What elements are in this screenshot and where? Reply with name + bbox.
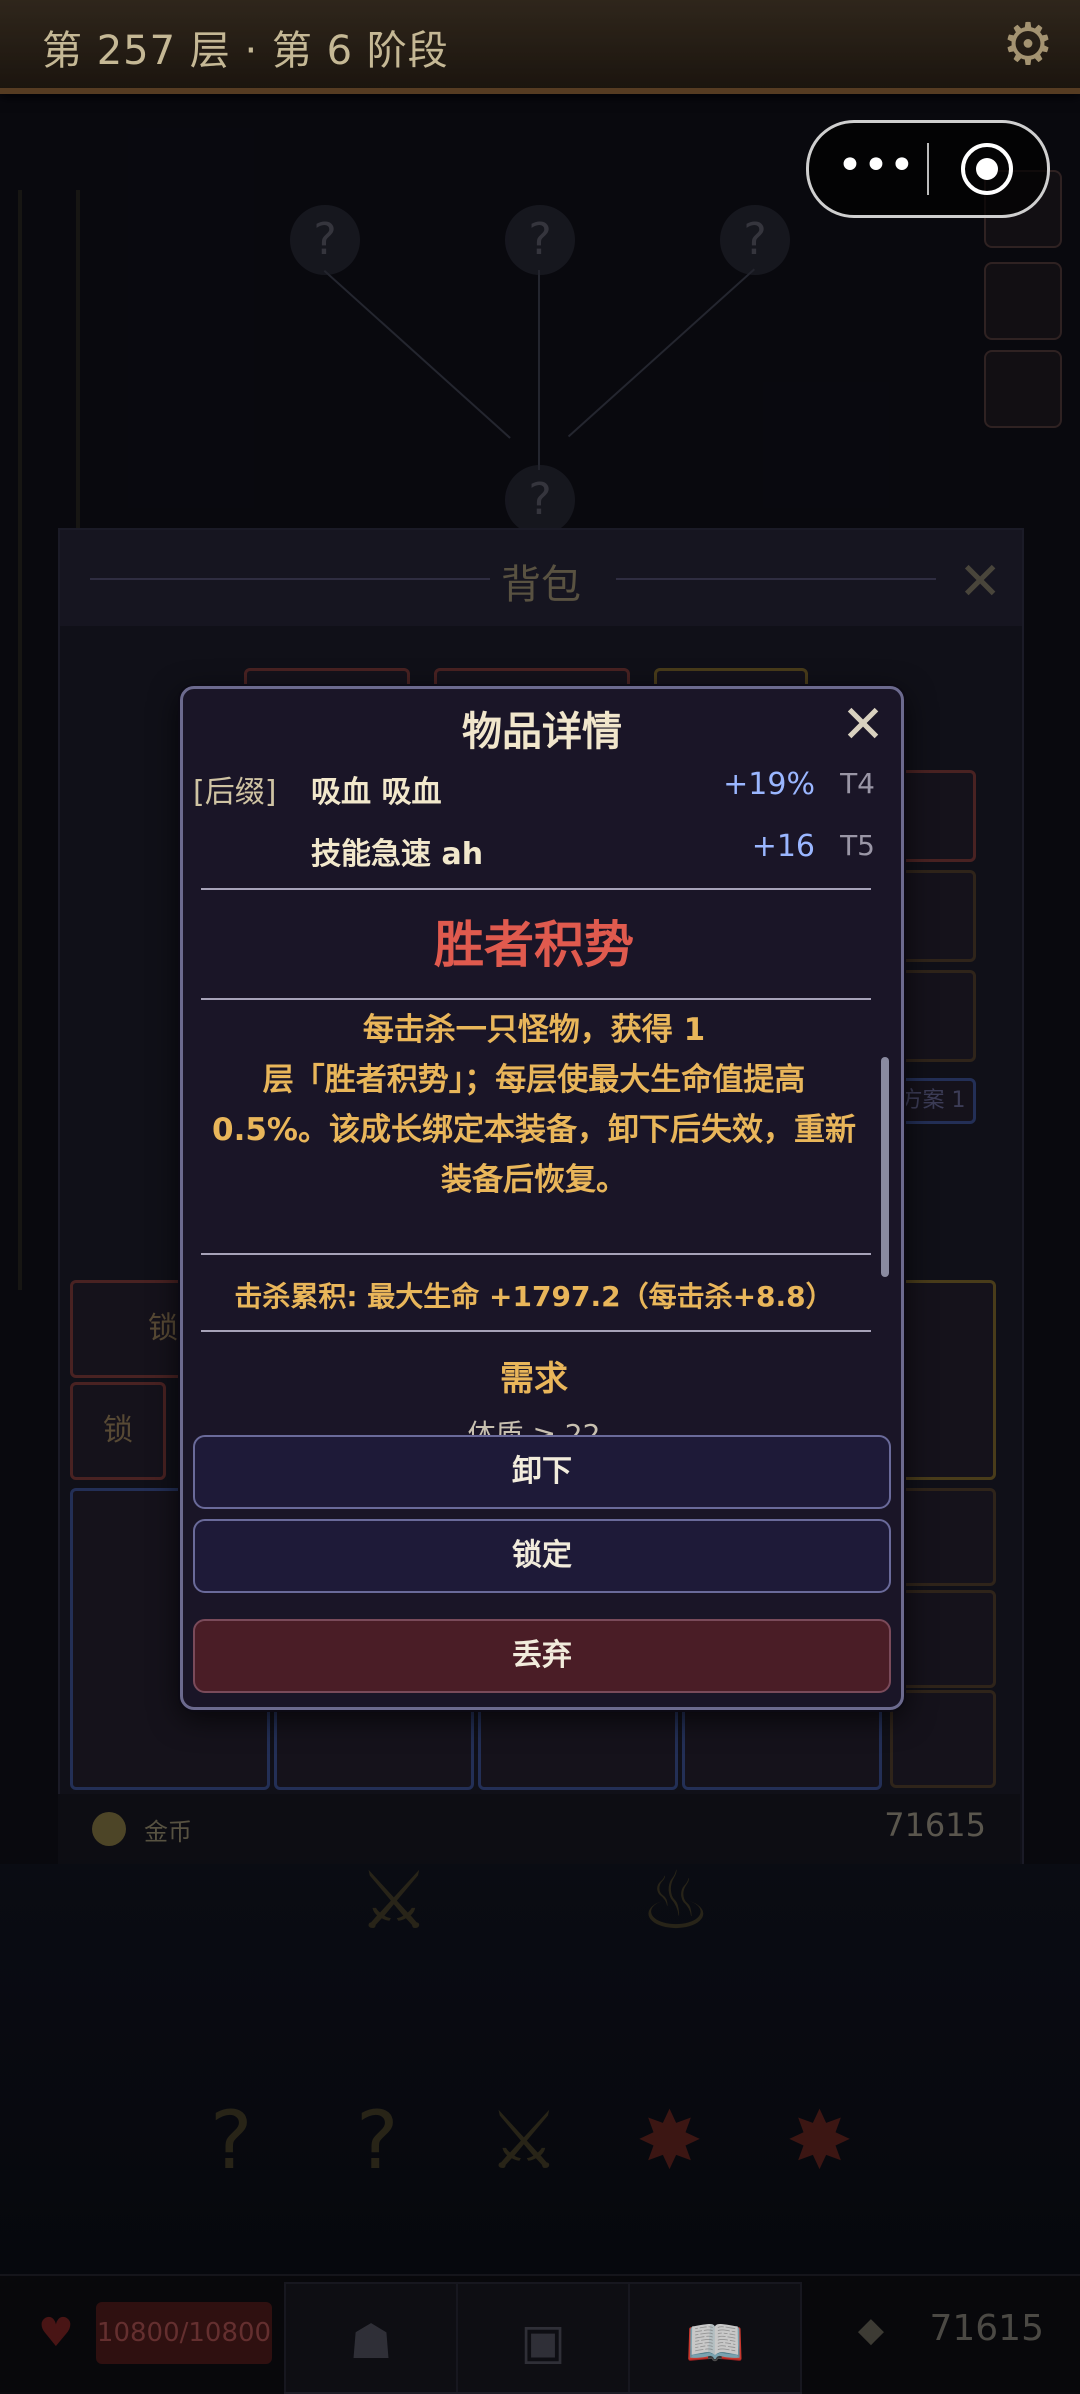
set-effect-description: 每击杀一只怪物，获得 1 层「胜者积势」；每层使最大生命值提高 0.5%。该成长… [193,1005,875,1205]
item-detail-scroll[interactable]: [后缀] 吸血 吸血 +19% T4 技能急速 ah +16 T5 胜者积势 每… [193,757,875,1509]
affix-tier: T5 [840,829,875,862]
affix-row: [后缀] 吸血 吸血 +19% T4 [193,767,875,817]
requirement-title: 需求 [500,1359,568,1399]
discard-button[interactable]: 丢弃 [193,1619,891,1693]
capsule-divider [927,143,929,195]
affix-name: 技能急速 ah [311,837,484,872]
more-icon[interactable]: ••• [837,139,915,199]
description-line: 0.5%。该成长绑定本装备，卸下后失效，重新 [212,1112,856,1148]
description-line: 每击杀一只怪物，获得 1 [362,1012,706,1048]
item-detail-dialog: 物品详情 ✕ [后缀] 吸血 吸血 +19% T4 技能急速 ah +16 T5… [180,686,904,1710]
scrollbar[interactable] [881,1057,889,1277]
affix-name: 吸血 吸血 [311,775,442,810]
affix-value: +19% [723,767,815,802]
divider [201,998,871,1000]
unequip-button[interactable]: 卸下 [193,1435,891,1509]
divider [201,1253,871,1255]
kill-accumulation-stat: 击杀累积: 最大生命 +1797.2（每击杀+8.8） [234,1280,834,1313]
affix-tier: T4 [840,767,875,800]
affix-row: 技能急速 ah +16 T5 [193,829,875,879]
close-icon[interactable]: ✕ [833,697,893,753]
affix-tag: [后缀] [193,775,277,810]
divider [201,1330,871,1332]
lock-button[interactable]: 锁定 [193,1519,891,1593]
description-line: 层「胜者积势」；每层使最大生命值提高 [262,1062,806,1098]
affix-value: +16 [751,829,815,864]
divider [201,888,871,890]
set-effect-name: 胜者积势 [434,916,634,974]
miniprogram-capsule: ••• [806,120,1050,218]
close-miniprogram-icon[interactable] [961,143,1013,195]
description-line: 装备后恢复。 [441,1162,627,1198]
dialog-title: 物品详情 [462,709,622,755]
